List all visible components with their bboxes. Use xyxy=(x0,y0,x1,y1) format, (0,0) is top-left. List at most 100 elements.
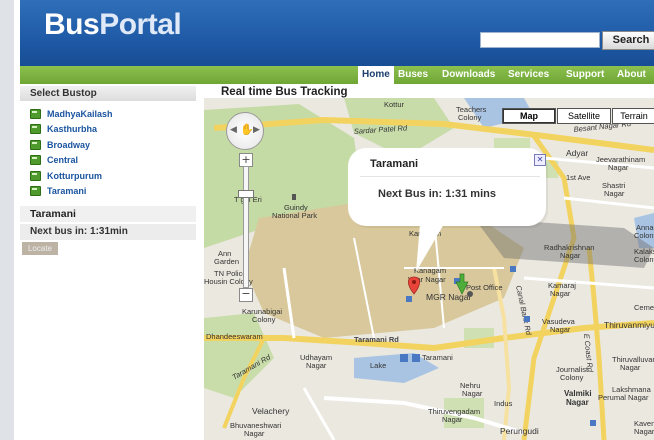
label-kalaksh-colony: Colony xyxy=(634,255,654,264)
map-view[interactable]: Kottur Teachers Colony Sardar Patel Rd B… xyxy=(204,98,654,440)
label-udhayam-nagar: Nagar xyxy=(306,361,327,370)
bus-icon xyxy=(30,108,41,119)
label-guindy-park: National Park xyxy=(272,211,317,220)
logo-text-bus: Bus xyxy=(44,8,100,41)
bus-station-icon[interactable] xyxy=(590,420,596,426)
stop-label: Central xyxy=(47,155,79,166)
label-journalist-colony: Colony xyxy=(560,373,584,382)
park-icon xyxy=(292,194,296,200)
nav-about[interactable]: About xyxy=(617,66,646,84)
next-bus-time: Next bus in: 1:31min xyxy=(20,224,196,240)
arrow-left-icon[interactable]: ◀ xyxy=(230,125,237,135)
label-kaveri-nagar: Nagar xyxy=(634,427,654,436)
bus-icon xyxy=(30,170,41,181)
stop-label: Broadway xyxy=(47,139,91,150)
arrow-right-icon[interactable]: ▶ xyxy=(253,125,260,135)
label-taramani-rd: Taramani Rd xyxy=(354,335,399,344)
label-kamaraj-nagar: Nagar xyxy=(550,289,571,298)
bus-icon xyxy=(30,155,41,166)
popup-next-bus: Next Bus in: 1:31 mins xyxy=(378,188,496,200)
stop-kasthurbha[interactable]: Kasthurbha xyxy=(20,122,196,138)
close-icon[interactable]: ✕ xyxy=(534,154,546,166)
label-taramani-station: Taramani xyxy=(422,353,453,362)
logo-text-portal: Portal xyxy=(99,8,182,41)
nav-support[interactable]: Support xyxy=(566,66,604,84)
bus-station-icon[interactable] xyxy=(400,354,408,362)
label-anna-colony: Colony xyxy=(634,231,654,240)
stop-label: MadhyaKailash xyxy=(47,108,113,119)
search-button[interactable]: Search xyxy=(602,31,654,50)
main-nav: Home Buses Downloads Services Support Ab… xyxy=(20,66,654,84)
hand-icon: ✋ xyxy=(240,123,254,136)
label-thiruvengadam-nagar: Nagar xyxy=(442,415,463,424)
popup-title: Taramani xyxy=(370,158,419,170)
nav-downloads[interactable]: Downloads xyxy=(442,66,495,84)
label-lakshmana-perumal: Perumal Nagar xyxy=(598,393,649,402)
stop-label: Kotturpurum xyxy=(47,170,102,181)
bus-station-icon[interactable] xyxy=(510,266,516,272)
locate-button[interactable]: Locate xyxy=(22,242,58,255)
label-thiruvalluvar-nagar: Nagar xyxy=(620,363,641,372)
sidebar: Select Bustop MadhyaKailash Kasthurbha B… xyxy=(20,84,196,260)
popup-pointer xyxy=(416,224,444,272)
zoom-slider-track[interactable] xyxy=(243,166,249,288)
label-anna-garden-2: Garden xyxy=(214,257,239,266)
stop-central[interactable]: Central xyxy=(20,153,196,169)
label-lake: Lake xyxy=(370,361,386,370)
header: BusPortal Search xyxy=(20,0,654,66)
info-popup: Taramani Next Bus in: 1:31 mins ✕ xyxy=(348,148,546,226)
bus-station-icon[interactable] xyxy=(406,296,412,302)
nav-services[interactable]: Services xyxy=(508,66,549,84)
bus-icon xyxy=(30,124,41,135)
zoom-in-button[interactable]: + xyxy=(239,153,253,167)
rail-station-icon[interactable] xyxy=(412,354,420,362)
bus-stop-list: MadhyaKailash Kasthurbha Broadway Centra… xyxy=(20,106,196,199)
label-velachery: Velachery xyxy=(252,406,290,416)
label-dhandeeswaram: Dhandeeswaram xyxy=(206,332,263,341)
label-vasudeva-nagar: Nagar xyxy=(550,325,571,334)
label-valmiki-nagar: Nagar xyxy=(566,398,589,407)
page-frame: BusPortal Search Home Buses Downloads Se… xyxy=(14,0,654,440)
stop-label: Kasthurbha xyxy=(47,124,98,135)
label-adyar: Adyar xyxy=(566,148,588,158)
label-bhuvaneshwari-nagar: Nagar xyxy=(244,429,265,438)
label-mgr-nagar: MGR Nagar xyxy=(426,292,472,302)
stop-madhyakailash[interactable]: MadhyaKailash xyxy=(20,106,196,122)
stop-label: Taramani xyxy=(47,186,87,197)
label-1st-ave: 1st Ave xyxy=(566,173,590,182)
pan-control[interactable]: ✋ ◀ ▶ xyxy=(226,112,264,150)
label-post-office: Post Office xyxy=(466,283,503,292)
label-valmiki: Valmiki xyxy=(564,389,592,398)
label-indus: Indus xyxy=(494,399,513,408)
stop-taramani[interactable]: Taramani xyxy=(20,184,196,200)
label-shastri-nagar: Nagar xyxy=(604,189,625,198)
label-thiruvanmiyur: Thiruvanmiyur xyxy=(604,320,654,330)
bus-icon xyxy=(30,139,41,150)
sidebar-title: Select Bustop xyxy=(20,86,196,101)
map-type-terrain-button[interactable]: Terrain xyxy=(612,108,654,124)
label-cemetery: Cemete xyxy=(634,303,654,312)
stop-kotturpurum[interactable]: Kotturpurum xyxy=(20,168,196,184)
zoom-slider-handle[interactable] xyxy=(238,190,254,198)
bus-station-icon[interactable] xyxy=(524,316,530,322)
selected-stop-name: Taramani xyxy=(20,206,196,222)
label-teachers-colony: Colony xyxy=(458,113,482,122)
label-jeevarathinam-nagar: Nagar xyxy=(608,163,629,172)
map-type-map-button[interactable]: Map xyxy=(502,108,556,124)
bus-icon xyxy=(30,186,41,197)
zoom-out-button[interactable]: − xyxy=(239,288,253,302)
label-karunabigai-colony: Colony xyxy=(252,315,276,324)
popup-divider xyxy=(360,176,540,177)
nav-home[interactable]: Home xyxy=(358,66,394,84)
stop-broadway[interactable]: Broadway xyxy=(20,137,196,153)
nav-buses[interactable]: Buses xyxy=(398,66,428,84)
label-kottur: Kottur xyxy=(384,100,405,109)
map-title: Real time Bus Tracking xyxy=(221,86,348,98)
label-perungudi: Perungudi xyxy=(500,426,539,436)
label-nehru-nagar: Nagar xyxy=(462,389,483,398)
post-office-icon xyxy=(467,291,473,297)
site-logo[interactable]: BusPortal xyxy=(44,8,182,42)
map-type-satellite-button[interactable]: Satellite xyxy=(557,108,611,124)
search-input[interactable] xyxy=(480,32,600,48)
label-radhakrishnan-nagar: Nagar xyxy=(560,251,581,260)
